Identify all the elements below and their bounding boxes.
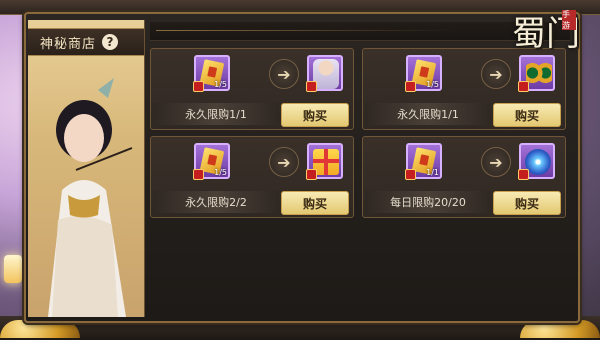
shop-card-3: 1/5 ➔ 永久限购2/2 购买 xyxy=(150,136,354,218)
purchase-limit: 每日限购20/20 xyxy=(365,191,491,213)
shop-title-plate: 神秘商店 ? xyxy=(28,28,144,56)
lantern-decor xyxy=(4,255,22,283)
shop-title: 神秘商店 xyxy=(40,36,97,52)
cost-count: 1/5 xyxy=(214,168,227,177)
npc-portrait xyxy=(28,20,145,317)
buy-button[interactable]: 购买 xyxy=(281,103,349,127)
card-footer: 永久限购1/1 购买 xyxy=(153,103,349,127)
reward-item-slot[interactable] xyxy=(306,143,343,180)
bound-lock-icon xyxy=(405,81,416,92)
header-divider xyxy=(156,30,456,31)
exchange-arrow-icon: ➔ xyxy=(269,147,299,177)
reward-item-slot[interactable] xyxy=(306,55,343,92)
game-logo: 蜀门 手游 xyxy=(502,2,592,58)
bound-lock-icon xyxy=(405,169,416,180)
buy-button[interactable]: 购买 xyxy=(493,191,561,215)
shop-card-2: 1/5 ➔ 永久限购1/1 购买 xyxy=(362,48,566,130)
card-footer: 每日限购20/20 购买 xyxy=(365,191,561,215)
shop-card-4: 1/1 ➔ 每日限购20/20 购买 xyxy=(362,136,566,218)
binocular-icon xyxy=(526,63,552,83)
bound-lock-icon xyxy=(193,81,204,92)
exchange-arrow-icon: ➔ xyxy=(481,59,511,89)
cost-count: 1/5 xyxy=(426,80,439,89)
reward-item-slot[interactable] xyxy=(518,55,555,92)
card-footer: 永久限购2/2 购买 xyxy=(153,191,349,215)
cost-item-slot[interactable]: 1/5 xyxy=(405,55,442,92)
buy-button[interactable]: 购买 xyxy=(281,191,349,215)
cost-count: 1/1 xyxy=(426,168,439,177)
npc-character-art xyxy=(48,78,133,317)
bound-lock-icon xyxy=(193,169,204,180)
cost-item-slot[interactable]: 1/1 xyxy=(405,143,442,180)
card-footer: 永久限购1/1 购买 xyxy=(365,103,561,127)
bound-lock-icon xyxy=(518,169,529,180)
buy-button[interactable]: 购买 xyxy=(493,103,561,127)
bound-lock-icon xyxy=(306,169,317,180)
purchase-limit: 永久限购1/1 xyxy=(153,103,279,125)
purchase-limit: 永久限购1/1 xyxy=(365,103,491,125)
help-icon[interactable]: ? xyxy=(102,34,119,50)
cost-count: 1/5 xyxy=(214,80,227,89)
exchange-arrow-icon: ➔ xyxy=(269,59,299,89)
purchase-limit: 永久限购2/2 xyxy=(153,191,279,213)
cost-item-slot[interactable]: 1/5 xyxy=(193,55,230,92)
logo-seal: 手游 xyxy=(562,10,576,30)
cost-item-slot[interactable]: 1/5 xyxy=(193,143,230,180)
bound-lock-icon xyxy=(306,81,317,92)
bound-lock-icon xyxy=(518,81,529,92)
exchange-arrow-icon: ➔ xyxy=(481,147,511,177)
shop-card-1: 1/5 ➔ 永久限购1/1 购买 xyxy=(150,48,354,130)
reward-item-slot[interactable] xyxy=(518,143,555,180)
